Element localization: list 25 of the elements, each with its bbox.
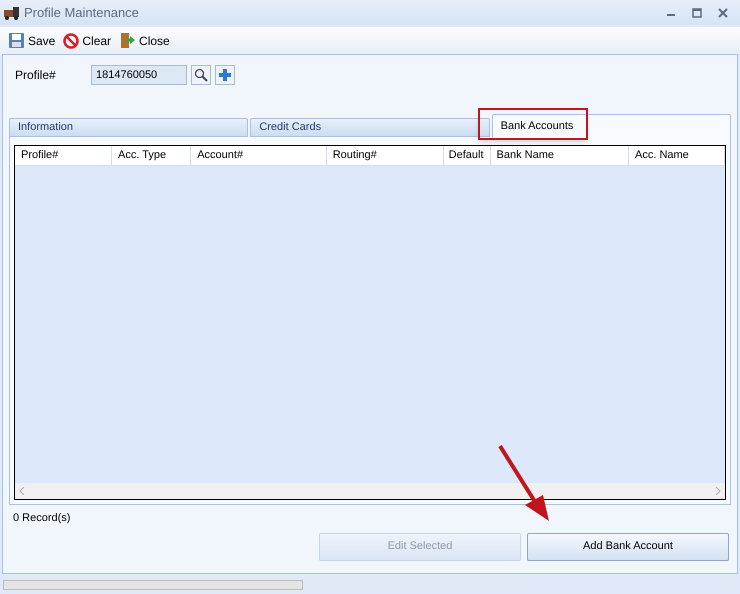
add-button[interactable] — [215, 65, 235, 85]
tab[interactable]: Bank Accounts — [492, 114, 731, 137]
profile-label: Profile# — [15, 67, 57, 84]
door-exit-icon — [119, 32, 136, 49]
maximize-icon[interactable] — [692, 8, 702, 18]
column-header[interactable]: Acc. Type — [112, 146, 192, 165]
column-header[interactable]: Routing# — [326, 146, 444, 165]
action-button[interactable]: Add Bank Account — [527, 532, 729, 560]
column-header[interactable]: Default — [444, 146, 490, 165]
column-header[interactable]: Acc. Name — [629, 146, 725, 165]
tab[interactable]: Credit Cards — [250, 118, 490, 137]
tab[interactable]: Information — [9, 118, 248, 137]
record-count: 0 Record(s) — [13, 511, 72, 526]
toolbar-button[interactable]: Close — [119, 32, 170, 50]
no-sign-icon — [63, 32, 80, 48]
column-header[interactable]: Profile# — [15, 146, 112, 165]
truck-icon — [4, 6, 20, 20]
profile-field[interactable]: 1814760050 — [91, 65, 187, 85]
window-title: Profile Maintenance — [24, 4, 139, 22]
search-button[interactable] — [191, 65, 211, 85]
column-header[interactable]: Account# — [191, 146, 327, 165]
toolbar-button[interactable]: Save — [8, 32, 56, 50]
column-header[interactable]: Bank Name — [490, 146, 629, 165]
close-icon[interactable] — [718, 8, 728, 18]
toolbar-button[interactable]: Clear — [63, 32, 112, 50]
